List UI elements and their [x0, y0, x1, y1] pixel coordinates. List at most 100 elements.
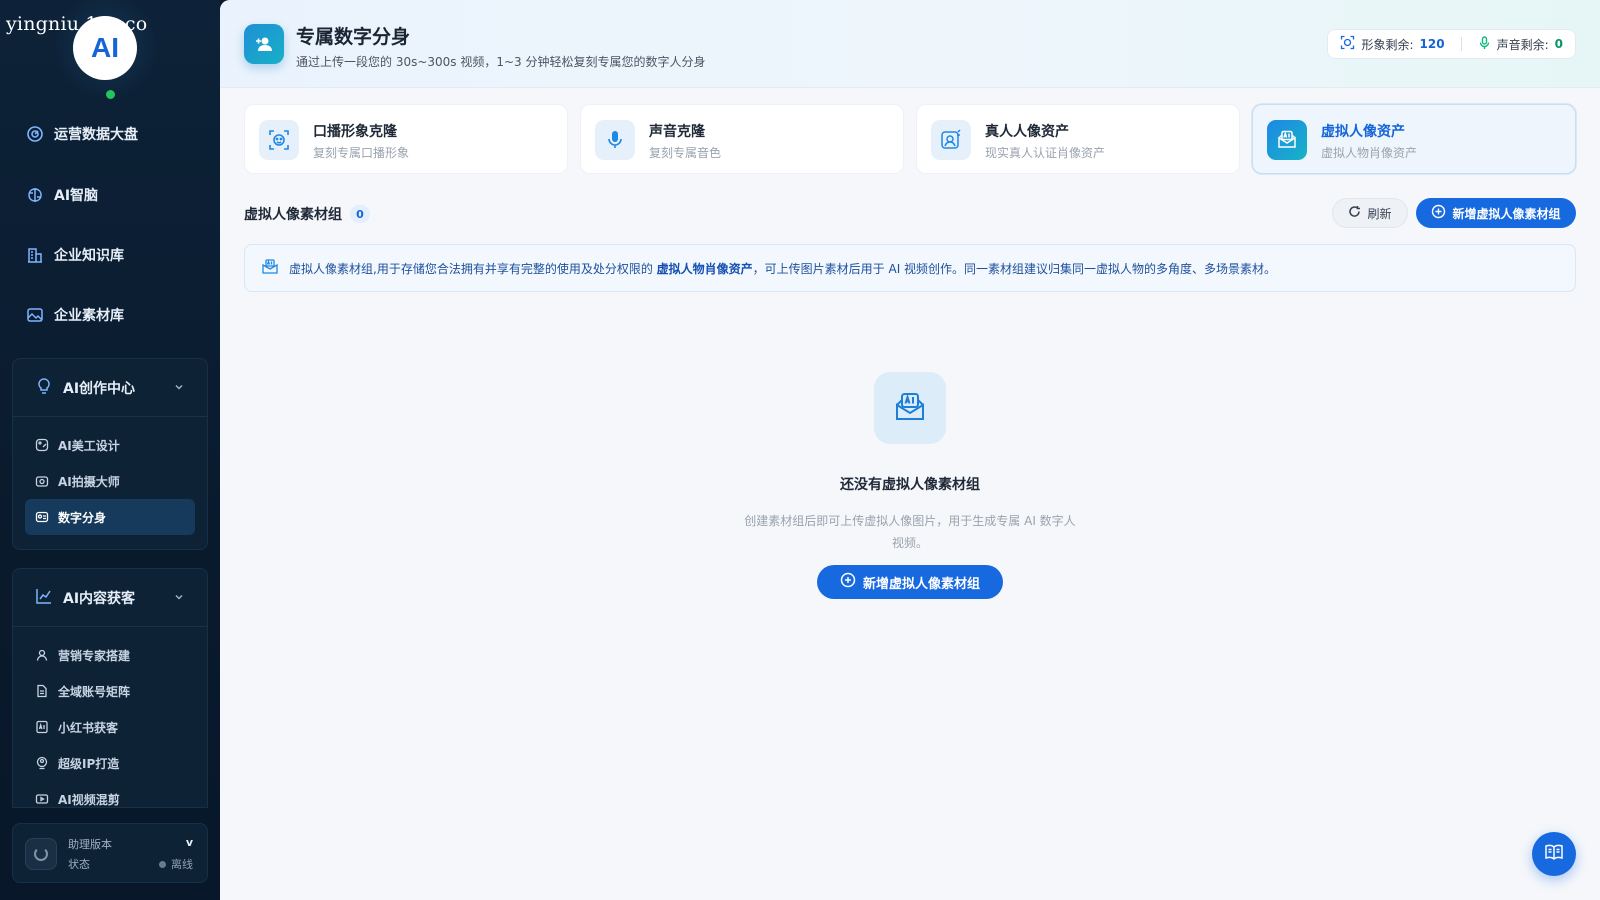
bulb-icon	[35, 377, 53, 399]
ip-icon	[35, 756, 49, 770]
empty-state-description: 创建素材组后即可上传虚拟人像图片，用于生成专属 AI 数字人视频。	[744, 514, 1076, 550]
page-subtitle: 通过上传一段您的 30s~300s 视频，1~3 分钟轻松复刻专属您的数字人分身	[296, 55, 706, 69]
microphone-icon	[595, 120, 635, 160]
info-text-after: ，可上传图片素材后用于 AI 视频创作。同一素材组建议归集同一虚拟人物的多角度、…	[752, 261, 1277, 276]
empty-add-group-button[interactable]: 新增虚拟人像素材组	[817, 565, 1003, 599]
palette-icon	[35, 438, 49, 452]
sidebar-item-label: 运营数据大盘	[54, 127, 138, 143]
dashboard-icon	[26, 125, 44, 143]
refresh-label: 刷新	[1367, 206, 1392, 221]
sidebar: yingniu.10v.co AI 运营数据大盘 AI智脑 企业知识库 企业素材…	[0, 0, 220, 900]
plus-circle-icon	[1431, 204, 1446, 222]
group-label: AI创作中心	[63, 380, 136, 397]
tab-subtitle: 复刻专属口播形象	[313, 146, 410, 160]
book-icon	[1543, 841, 1565, 867]
sidebar-subitem-digital-twin[interactable]: 数字分身	[25, 499, 195, 535]
tab-subtitle: 虚拟人物肖像资产	[1321, 146, 1418, 160]
section-header: 虚拟人像素材组 0	[244, 204, 370, 224]
sidebar-item-assets[interactable]: 企业素材库	[26, 301, 124, 329]
voice-quota-label: 声音剩余:	[1496, 37, 1549, 52]
sidebar-item-dashboard[interactable]: 运营数据大盘	[26, 120, 138, 148]
sidebar-subitem-ai-design[interactable]: AI美工设计	[25, 427, 195, 463]
microphone-quota-icon	[1478, 35, 1491, 53]
empty-state-title: 还没有虚拟人像素材组	[840, 477, 980, 493]
sidebar-subitem-label: 营销专家搭建	[58, 648, 131, 663]
add-group-label: 新增虚拟人像素材组	[1452, 206, 1561, 221]
sidebar-subitem-label: AI视频混剪	[58, 792, 120, 807]
portrait-icon	[931, 120, 971, 160]
online-status-dot	[106, 90, 115, 99]
video-icon	[35, 792, 49, 806]
watermark: yingniu.10v.co	[6, 13, 148, 35]
info-banner: 虚拟人像素材组,用于存储您合法拥有并享有完整的使用及处分权限的 虚拟人物肖像资产…	[244, 244, 1576, 292]
sidebar-item-label: 企业素材库	[54, 308, 124, 324]
sidebar-subitem-label: 数字分身	[58, 510, 107, 525]
group-header-ai-creation[interactable]: AI创作中心	[13, 359, 207, 417]
page-header: 专属数字分身 通过上传一段您的 30s~300s 视频，1~3 分钟轻松复刻专属…	[220, 0, 1600, 88]
sidebar-group-ai-content: AI内容获客 营销专家搭建 全域账号矩阵 小红书获客 超级IP打造 AI视频混剪	[12, 568, 208, 808]
asset-tabs: 口播形象克隆 复刻专属口播形象 声音克隆 复刻专属音色 真人人像资产 现实真人认…	[244, 104, 1576, 174]
sidebar-subitem-ai-photo[interactable]: AI拍摄大师	[25, 463, 195, 499]
info-mail-icon	[261, 258, 279, 279]
brain-icon	[26, 186, 44, 204]
tab-avatar-clone[interactable]: 口播形象克隆 复刻专属口播形象	[244, 104, 568, 174]
trend-icon	[35, 587, 53, 609]
sidebar-subitem-label: 小红书获客	[58, 720, 119, 735]
tab-subtitle: 现实真人认证肖像资产	[985, 146, 1106, 160]
refresh-button[interactable]: 刷新	[1332, 198, 1408, 228]
help-docs-button[interactable]	[1532, 832, 1576, 876]
loading-spinner-icon	[25, 838, 57, 870]
status-text: 离线	[171, 858, 193, 871]
offline-dot-icon	[159, 860, 166, 868]
assistant-status-panel[interactable]: 助理版本 状态 v 离线	[12, 823, 208, 883]
face-quota-icon	[1340, 35, 1355, 53]
sidebar-subitem-label: 全域账号矩阵	[58, 684, 131, 699]
empty-add-group-label: 新增虚拟人像素材组	[862, 576, 980, 592]
group-header-ai-content[interactable]: AI内容获客	[13, 569, 207, 627]
assistant-status-value: 离线	[159, 856, 193, 872]
sidebar-subitem-account-matrix[interactable]: 全域账号矩阵	[25, 673, 195, 709]
file-icon	[35, 684, 49, 698]
page-title: 专属数字分身	[296, 26, 411, 48]
tab-real-portrait[interactable]: 真人人像资产 现实真人认证肖像资产	[916, 104, 1240, 174]
tab-title: 口播形象克隆	[313, 124, 397, 140]
camera-icon	[35, 474, 49, 488]
face-scan-icon	[259, 120, 299, 160]
user-plus-icon	[244, 24, 284, 64]
chevron-down-icon[interactable]	[173, 381, 185, 397]
quota-panel: 形象剩余: 120 声音剩余: 0	[1327, 29, 1576, 59]
sidebar-group-ai-creation: AI创作中心 AI美工设计 AI拍摄大师 数字分身	[12, 358, 208, 550]
main-content: 专属数字分身 通过上传一段您的 30s~300s 视频，1~3 分钟轻松复刻专属…	[220, 0, 1600, 900]
plus-circle-icon	[840, 572, 856, 592]
info-text: 虚拟人像素材组,用于存储您合法拥有并享有完整的使用及处分权限的 虚拟人物肖像资产…	[289, 260, 1276, 277]
image-quota-label: 形象剩余:	[1361, 37, 1414, 52]
image-icon	[26, 306, 44, 324]
sidebar-subitem-super-ip[interactable]: 超级IP打造	[25, 745, 195, 781]
refresh-icon	[1348, 205, 1361, 221]
ai-mail-icon	[1267, 120, 1307, 160]
info-text-before: 虚拟人像素材组,用于存储您合法拥有并享有完整的使用及处分权限的	[289, 261, 653, 276]
sidebar-subitem-label: AI美工设计	[58, 438, 120, 453]
sidebar-subitem-label: 超级IP打造	[58, 756, 120, 771]
assistant-version-value: v	[185, 836, 193, 849]
tab-virtual-portrait[interactable]: 虚拟人像资产 虚拟人物肖像资产	[1252, 104, 1576, 174]
sidebar-item-knowledge[interactable]: 企业知识库	[26, 241, 124, 269]
user-icon	[35, 648, 49, 662]
assistant-status-label: 状态	[68, 858, 90, 871]
voice-quota-value: 0	[1554, 37, 1563, 51]
sidebar-subitem-label: AI拍摄大师	[58, 474, 120, 489]
sidebar-subitem-video-mix[interactable]: AI视频混剪	[25, 781, 195, 807]
sidebar-item-label: 企业知识库	[54, 248, 124, 264]
image-quota-value: 120	[1419, 37, 1445, 51]
sidebar-item-ai-brain[interactable]: AI智脑	[26, 181, 98, 209]
add-group-button[interactable]: 新增虚拟人像素材组	[1416, 198, 1576, 228]
group-label: AI内容获客	[63, 590, 136, 607]
tab-voice-clone[interactable]: 声音克隆 复刻专属音色	[580, 104, 904, 174]
sidebar-subitem-xiaohongshu[interactable]: 小红书获客	[25, 709, 195, 745]
section-title: 虚拟人像素材组	[244, 207, 342, 223]
tab-subtitle: 复刻专属音色	[649, 146, 722, 160]
chevron-down-icon[interactable]	[173, 591, 185, 607]
divider	[1460, 37, 1462, 51]
sidebar-item-label: AI智脑	[54, 188, 99, 204]
sidebar-subitem-marketing-expert[interactable]: 营销专家搭建	[25, 637, 195, 673]
